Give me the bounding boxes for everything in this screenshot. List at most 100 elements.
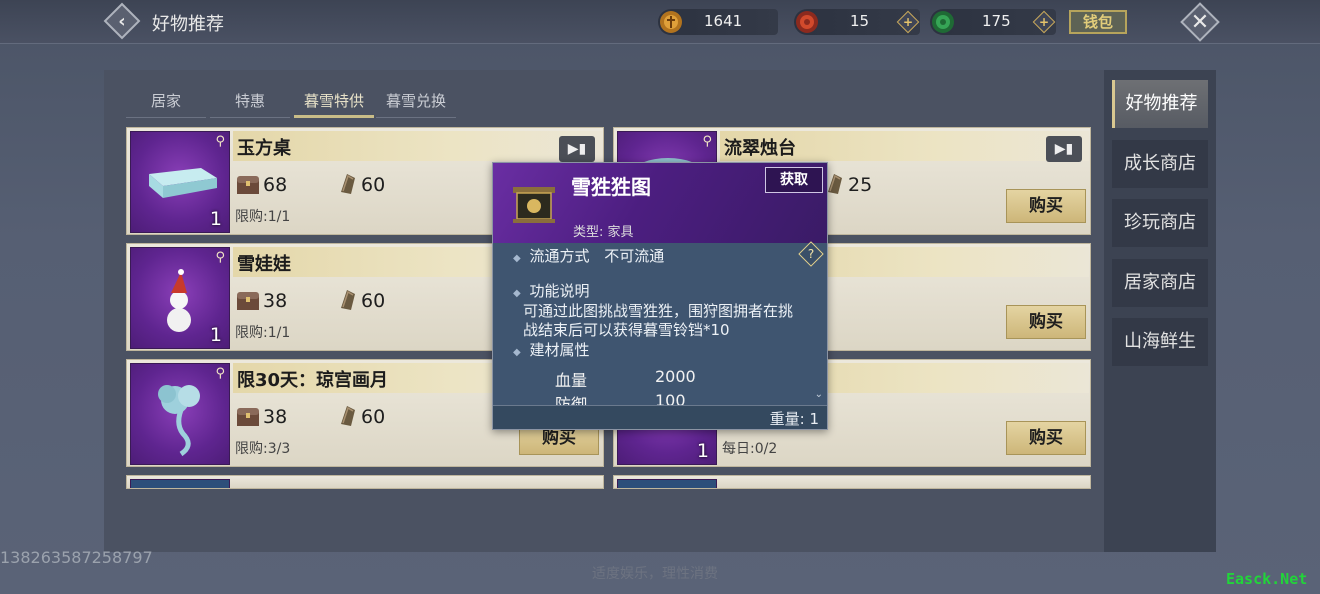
link-icon: ⚲ <box>702 134 712 149</box>
sidebar-item-growth-shop[interactable]: 成长商店 <box>1112 140 1208 188</box>
popup-item-type: 类型: 家具 <box>573 225 634 240</box>
daily-limit: 每日:0/2 <box>722 441 778 457</box>
treasure-chest-icon <box>237 292 259 310</box>
bell-icon <box>341 406 355 426</box>
item-detail-popup: 雪狌狌图 类型: 家具 获取 ◆ 流通方式 不可流通 ? ◆ 功能说明 可通过此… <box>492 162 828 430</box>
purchase-limit: 限购:3/3 <box>235 441 291 457</box>
item-quantity: 1 <box>696 440 709 462</box>
shop-item-card[interactable] <box>613 475 1091 489</box>
treasure-chest-icon <box>237 176 259 194</box>
currency-red-value: 15 <box>850 12 870 30</box>
currency-green: 175 + <box>930 9 1056 35</box>
item-thumbnail: ⚲ 1 <box>130 131 230 233</box>
back-button[interactable]: ‹ <box>103 2 141 40</box>
wallet-button[interactable]: 钱包 <box>1069 10 1127 34</box>
item-quantity: 1 <box>209 324 222 346</box>
function-description-line: 可通过此图挑战雪狌狌，围狩图拥者在挑 <box>523 302 794 320</box>
scroll-down-icon[interactable]: ⌄ <box>815 389 823 400</box>
diamond-bullet-icon: ◆ <box>513 347 521 358</box>
item-thumbnail <box>130 479 230 488</box>
currency-red: 15 + <box>794 9 920 35</box>
price-bell-value: 60 <box>361 290 386 312</box>
red-jade-icon <box>796 11 818 33</box>
plus-icon: + <box>902 15 914 29</box>
price-chest: 38 <box>235 288 315 314</box>
price-bell-value: 60 <box>361 406 386 428</box>
popup-item-name: 雪狌狌图 <box>571 175 651 199</box>
chevron-left-icon: ‹ <box>118 10 126 32</box>
item-thumbnail <box>617 479 717 488</box>
function-description-line: 战结束后可以获得暮雪铃铛*10 <box>523 321 730 339</box>
price-bell: 60 <box>333 172 413 198</box>
help-button[interactable]: ? <box>798 241 824 267</box>
item-quantity: 1 <box>209 208 222 230</box>
price-bell: 60 <box>333 404 413 430</box>
item-name: 雪娃娃 <box>237 254 291 275</box>
sidebar-item-home-shop[interactable]: 居家商店 <box>1112 259 1208 307</box>
add-currency-green-button[interactable]: + <box>1032 10 1056 34</box>
diamond-bullet-icon: ◆ <box>513 288 521 299</box>
link-icon: ⚲ <box>215 134 225 149</box>
price-bell-value: 60 <box>361 174 386 196</box>
currency-gold: 1641 <box>658 9 778 35</box>
item-name: 玉方桌 <box>237 138 291 159</box>
top-bar: ‹ 好物推荐 1641 15 + 175 + 钱包 ✕ <box>0 0 1320 44</box>
video-preview-button[interactable]: ▶▮ <box>1046 136 1082 162</box>
watermark: Easck.Net <box>1226 570 1308 588</box>
gold-coin-icon <box>660 11 682 33</box>
popup-footer: 重量: 1 <box>493 405 827 429</box>
add-currency-red-button[interactable]: + <box>896 10 920 34</box>
tab-discount[interactable]: 特惠 <box>210 86 290 118</box>
video-preview-button[interactable]: ▶▮ <box>559 136 595 162</box>
treasure-chest-icon <box>237 408 259 426</box>
bell-icon <box>341 174 355 194</box>
item-thumbnail: ⚲ <box>130 363 230 465</box>
material-title: 建材属性 <box>529 341 590 359</box>
buy-button[interactable]: 购买 <box>1006 305 1086 339</box>
sidebar-item-seafood[interactable]: 山海鲜生 <box>1112 318 1208 366</box>
sidebar-item-recommended[interactable]: 好物推荐 <box>1112 80 1208 128</box>
camera-icon: ▶▮ <box>1054 141 1074 157</box>
popup-header: 雪狌狌图 类型: 家具 获取 <box>493 163 827 243</box>
tab-snow-special[interactable]: 暮雪特供 <box>294 86 374 118</box>
link-icon: ⚲ <box>215 250 225 265</box>
stat-label: 血量 <box>555 371 588 390</box>
tab-snow-exchange[interactable]: 暮雪兑换 <box>376 86 456 118</box>
function-title-row: ◆ 功能说明 <box>513 280 590 301</box>
page-title: 好物推荐 <box>152 14 224 35</box>
tab-home[interactable]: 居家 <box>126 86 206 118</box>
shop-item-card[interactable] <box>126 475 604 489</box>
stat-value: 2000 <box>655 367 696 386</box>
plus-icon: + <box>1038 15 1050 29</box>
tab-bar: 居家 特惠 暮雪特供 暮雪兑换 <box>126 86 456 120</box>
price-chest: 68 <box>235 172 315 198</box>
camera-icon: ▶▮ <box>567 141 587 157</box>
item-name: 流翠烛台 <box>724 138 796 159</box>
price-bell: 25 <box>820 172 900 198</box>
close-button[interactable]: ✕ <box>1180 2 1220 42</box>
question-icon: ? <box>807 247 815 261</box>
scroll-painting-icon <box>513 187 555 223</box>
price-chest: 38 <box>235 404 315 430</box>
currency-gold-value: 1641 <box>704 12 743 30</box>
price-bell-value: 25 <box>848 174 873 196</box>
health-slogan: 适度娱乐，理性消费 <box>592 566 718 582</box>
price-chest-value: 38 <box>263 290 288 312</box>
material-title-row: ◆ 建材属性 <box>513 339 590 360</box>
buy-button[interactable]: 购买 <box>1006 189 1086 223</box>
obtain-button[interactable]: 获取 <box>765 167 823 193</box>
shop-category-sidebar: 好物推荐 成长商店 珍玩商店 居家商店 山海鲜生 <box>1104 70 1216 552</box>
purchase-limit: 限购:1/1 <box>235 209 291 225</box>
circulation-value: 不可流通 <box>604 247 665 265</box>
sidebar-item-treasure-shop[interactable]: 珍玩商店 <box>1112 199 1208 247</box>
circulation-label: 流通方式 <box>529 247 590 265</box>
price-bell: 60 <box>333 288 413 314</box>
item-thumbnail: ⚲ 1 <box>130 247 230 349</box>
circulation-row: ◆ 流通方式 不可流通 <box>513 245 664 266</box>
buy-button[interactable]: 购买 <box>1006 421 1086 455</box>
close-icon: ✕ <box>1190 9 1210 35</box>
user-id: 138263587258797 <box>0 548 153 567</box>
price-chest-value: 38 <box>263 406 288 428</box>
bell-icon <box>341 290 355 310</box>
purchase-limit: 限购:1/1 <box>235 325 291 341</box>
